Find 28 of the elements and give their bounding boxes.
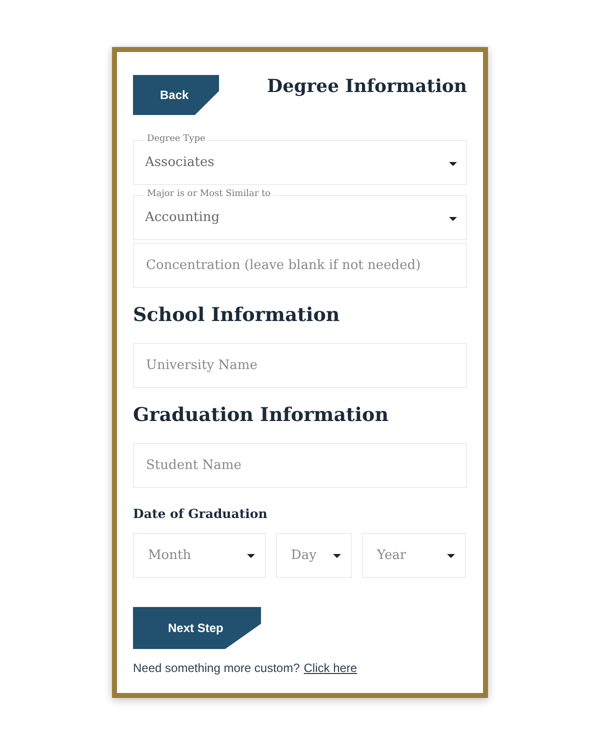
click-here-link[interactable]: Click here [304,661,358,675]
date-label: Date of Graduation [133,506,268,521]
dropdown-field[interactable]: Month [133,533,266,578]
dropdown-field[interactable]: Year [362,533,466,578]
caret-icon [247,554,255,558]
dropdown-field[interactable]: Major is or Most Similar to Accounting [133,188,467,240]
input-field[interactable]: University Name [133,343,467,388]
field-value: Associates [145,155,214,170]
footer-text: Need something more custom? [133,661,300,675]
dropdown-field[interactable]: Day [276,533,352,578]
dropdown-field[interactable]: Degree Type Associates [133,133,467,185]
input-field[interactable]: Concentration (leave blank if not needed) [133,243,467,288]
next-step-button[interactable]: Next Step [133,607,261,649]
caret-icon [449,217,457,221]
field-value: Accounting [145,210,220,225]
section-heading: School Information [133,304,341,326]
section-heading: Graduation Information [133,404,390,426]
back-button[interactable]: Back [133,75,219,115]
field-placeholder: Month [148,548,192,563]
caret-icon [449,162,457,166]
field-label: Degree Type [145,133,208,145]
field-placeholder: Day [291,548,317,563]
caret-icon [333,554,341,558]
caret-icon [447,554,455,558]
field-label: Major is or Most Similar to [145,188,273,200]
input-field[interactable]: Student Name [133,443,467,488]
field-placeholder: Year [377,548,406,563]
form-title: Degree Information [267,75,467,97]
